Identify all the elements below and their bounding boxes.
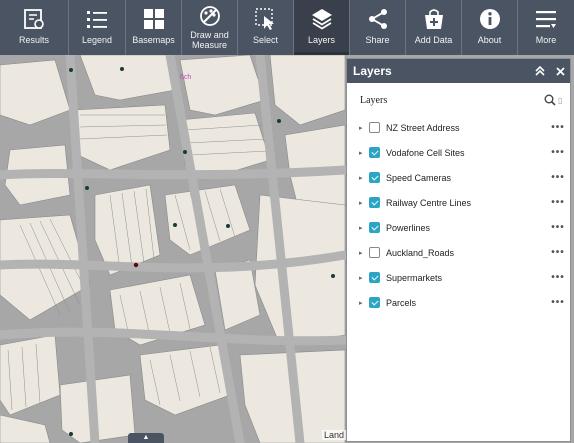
basemaps-icon	[139, 4, 169, 34]
layers-panel-title: Layers	[353, 64, 392, 78]
more-button[interactable]: More	[518, 0, 574, 55]
expand-arrow-icon[interactable]: ▸	[359, 249, 367, 257]
layers-panel: Layers Layers ▯ ▸ NZ Street Address ••• ▸ Vo…	[346, 58, 571, 442]
layer-visibility-checkbox[interactable]	[369, 297, 380, 308]
map-area-label: 6ch	[180, 74, 191, 81]
basemaps-button[interactable]: Basemaps	[126, 0, 182, 55]
about-label: About	[477, 35, 502, 45]
share-label: Share	[365, 35, 390, 45]
expand-arrow-icon[interactable]: ▸	[359, 124, 367, 132]
about-button[interactable]: About	[462, 0, 518, 55]
layer-visibility-checkbox[interactable]	[369, 172, 380, 183]
layer-name: Parcels	[386, 297, 417, 308]
bottom-panel-toggle[interactable]: ▲	[128, 433, 164, 443]
layer-item[interactable]: ▸ Parcels •••	[347, 290, 570, 315]
layer-options-button[interactable]: •••	[546, 172, 570, 183]
more-label: More	[535, 35, 557, 45]
select-label: Select	[252, 35, 278, 45]
layer-item[interactable]: ▸ Auckland_Roads •••	[347, 240, 570, 265]
layer-visibility-checkbox[interactable]	[369, 147, 380, 158]
layer-item[interactable]: ▸ Supermarkets •••	[347, 265, 570, 290]
expand-arrow-icon[interactable]: ▸	[359, 174, 367, 182]
results-button[interactable]: Results	[0, 0, 69, 55]
layer-item[interactable]: ▸ Powerlines •••	[347, 215, 570, 240]
layer-options-button[interactable]: •••	[546, 247, 570, 258]
layer-name: Auckland_Roads	[386, 247, 455, 258]
legend-label: Legend	[81, 35, 113, 45]
layers-button[interactable]: Layers	[294, 0, 350, 55]
draw-measure-icon	[197, 3, 223, 29]
layer-search-button[interactable]	[542, 92, 558, 108]
results-label: Results	[18, 35, 49, 45]
about-icon	[475, 4, 505, 34]
layer-name: NZ Street Address	[386, 122, 460, 133]
legend-button[interactable]: Legend	[69, 0, 126, 55]
legend-icon	[82, 4, 112, 34]
layer-visibility-checkbox[interactable]	[369, 247, 380, 258]
app-window: 6ch Land ▲ Results Legend Basemaps Draw …	[0, 0, 574, 443]
add-data-button[interactable]: Add Data	[406, 0, 462, 55]
layer-visibility-checkbox[interactable]	[369, 122, 380, 133]
layer-item[interactable]: ▸ Vodafone Cell Sites •••	[347, 140, 570, 165]
toolbar: Results Legend Basemaps Draw and Measure…	[0, 0, 574, 55]
select-icon	[251, 4, 281, 34]
layer-options-button[interactable]: •••	[546, 147, 570, 158]
basemaps-label: Basemaps	[132, 35, 175, 45]
draw-measure-label: Draw and Measure	[190, 30, 229, 50]
close-icon	[555, 66, 565, 76]
search-icon	[544, 94, 556, 106]
close-panel-button[interactable]	[550, 61, 570, 81]
layer-list-title: Layers	[360, 94, 388, 106]
layer-filter-icon[interactable]: ▯	[558, 92, 566, 108]
layer-options-button[interactable]: •••	[546, 272, 570, 283]
layer-item[interactable]: ▸ NZ Street Address •••	[347, 115, 570, 140]
layer-name: Supermarkets	[386, 272, 443, 283]
layer-options-button[interactable]: •••	[546, 222, 570, 233]
layers-icon	[307, 4, 337, 34]
layer-visibility-checkbox[interactable]	[369, 197, 380, 208]
layer-options-button[interactable]: •••	[546, 297, 570, 308]
layer-name: Railway Centre Lines	[386, 197, 472, 208]
layer-name: Vodafone Cell Sites	[386, 147, 465, 158]
expand-arrow-icon[interactable]: ▸	[359, 149, 367, 157]
layer-name: Speed Cameras	[386, 172, 452, 183]
layers-label: Layers	[307, 35, 335, 45]
share-icon	[363, 4, 393, 34]
layers-panel-header: Layers	[347, 59, 570, 83]
layer-list-header: Layers ▯	[347, 87, 570, 113]
layer-visibility-checkbox[interactable]	[369, 272, 380, 283]
results-icon	[19, 4, 49, 34]
layer-options-button[interactable]: •••	[546, 122, 570, 133]
map-attribution: Land	[322, 430, 347, 440]
expand-arrow-icon[interactable]: ▸	[359, 199, 367, 207]
layer-item[interactable]: ▸ Speed Cameras •••	[347, 165, 570, 190]
double-chevron-up-icon	[535, 66, 545, 76]
collapse-panel-button[interactable]	[530, 61, 550, 81]
draw-measure-button[interactable]: Draw and Measure	[182, 0, 238, 55]
layer-item[interactable]: ▸ Railway Centre Lines •••	[347, 190, 570, 215]
expand-arrow-icon[interactable]: ▸	[359, 274, 367, 282]
map-point-highlight	[133, 262, 139, 268]
add-data-label: Add Data	[414, 35, 453, 45]
layer-list: ▸ NZ Street Address ••• ▸ Vodafone Cell Site…	[347, 115, 570, 315]
layer-name: Powerlines	[386, 222, 431, 233]
expand-arrow-icon[interactable]: ▸	[359, 299, 367, 307]
more-icon	[531, 4, 561, 34]
layer-visibility-checkbox[interactable]	[369, 222, 380, 233]
add-data-icon	[419, 4, 449, 34]
expand-arrow-icon[interactable]: ▸	[359, 224, 367, 232]
select-button[interactable]: Select	[238, 0, 294, 55]
layer-options-button[interactable]: •••	[546, 197, 570, 208]
share-button[interactable]: Share	[350, 0, 406, 55]
